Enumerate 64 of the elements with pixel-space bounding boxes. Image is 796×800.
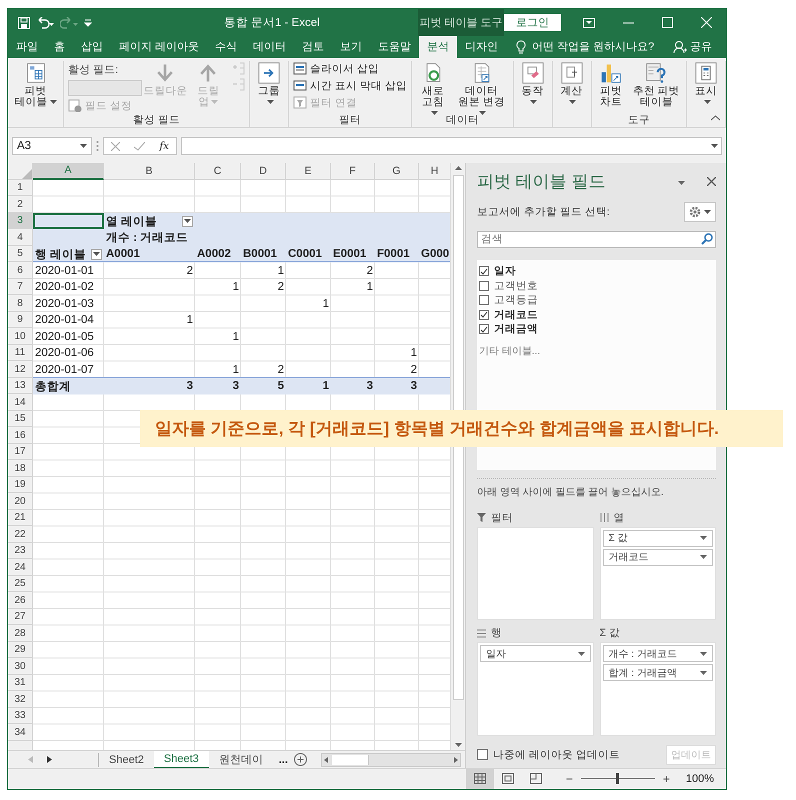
- table-cell-text: 2020-01-07: [34, 362, 95, 378]
- table-cell-text: 3: [410, 379, 418, 394]
- table-cell-text: 2020-01-04: [34, 313, 95, 328]
- checkbox-label: 나중에 레이아웃 업데이트: [493, 748, 620, 762]
- area-label: Σ 값: [600, 626, 620, 640]
- chip-label: 합계 : 거래금액: [608, 666, 677, 680]
- chip-label: 개수 : 거래코드: [608, 648, 677, 661]
- table-cell-text: F0001: [376, 247, 411, 262]
- table-cell-text: C0001: [287, 247, 323, 262]
- area-label: 열: [614, 510, 624, 525]
- table-cell-text: 2: [276, 280, 285, 296]
- table-cell-text: B0001: [242, 247, 278, 262]
- area-label: 행: [491, 626, 502, 640]
- group-label: 데이터: [444, 113, 480, 128]
- pane-prompt: 보고서에 추가할 필드 선택:: [477, 204, 610, 219]
- table-cell-text: A0002: [196, 247, 232, 262]
- table-cell-text: 2: [366, 264, 374, 279]
- table-cell-text: A0001: [105, 247, 141, 262]
- table-cell-text: E0001: [332, 247, 368, 262]
- group-label: 도구: [626, 113, 651, 128]
- pivot-label: 열 레이블: [106, 214, 158, 229]
- field-name: 고객번호: [494, 278, 538, 293]
- pivot-label: 행 레이블: [35, 248, 86, 262]
- table-cell-text: 2: [410, 362, 418, 378]
- callout-tooltip: 일자를 기준으로, 각 [거래코드] 항목별 거래건수와 합계금액을 표시합니다.: [140, 410, 783, 447]
- table-cell-text: 1: [276, 264, 285, 279]
- table-cell-text: 2020-01-03: [34, 296, 95, 312]
- context-tab-label: 피벗 테이블 도구: [418, 9, 504, 36]
- pane-title: 피벗 테이블 필드: [477, 171, 606, 194]
- table-cell-text: G000: [420, 247, 450, 262]
- drag-hint: 아래 영역 사이에 필드를 끌어 놓으십시오.: [477, 478, 716, 503]
- chip-label: 일자: [486, 648, 506, 661]
- table-cell-text: 2020-01-01: [34, 264, 95, 279]
- table-cell-text: 2: [186, 264, 194, 279]
- table-cell-text: 3: [186, 379, 194, 394]
- table-cell-text: 1: [232, 280, 240, 296]
- table-cell-text: 5: [276, 379, 285, 394]
- table-cell-text: 1: [410, 346, 418, 362]
- table-cell-text: 총합계: [34, 380, 72, 394]
- table-cell-text: 1: [322, 296, 330, 312]
- table-cell-text: 2: [276, 362, 285, 378]
- table-cell-text: 개수 : 거래코드: [105, 231, 190, 246]
- field-name: 일자: [494, 264, 516, 278]
- area-label: 필터: [491, 510, 513, 525]
- cell-reference: A3: [17, 140, 32, 152]
- table-cell-text: 1: [232, 362, 240, 378]
- field-label: 활성 필드:: [68, 62, 120, 77]
- field-name: 거래코드: [494, 308, 538, 322]
- table-cell-text: 1: [366, 280, 374, 296]
- field-name: 고객등급: [494, 293, 538, 308]
- table-cell-text: 3: [232, 379, 240, 394]
- table-cell-text: 1: [186, 313, 194, 328]
- table-cell-text: 2020-01-02: [34, 280, 95, 296]
- table-cell-text: 1: [232, 330, 240, 345]
- field-name: 거래금액: [494, 322, 538, 336]
- group-label: 필터: [338, 113, 362, 128]
- table-cell-text: 1: [322, 379, 330, 394]
- table-cell-text: 2020-01-05: [34, 330, 95, 345]
- group-label: 활성 필드: [132, 113, 182, 128]
- window-title: 통합 문서1 - Excel: [222, 16, 321, 30]
- table-cell-text: 3: [366, 379, 374, 394]
- chip-label: Σ 값: [608, 532, 628, 546]
- chip-label: 거래코드: [608, 551, 648, 564]
- table-cell-text: 2020-01-06: [34, 346, 95, 362]
